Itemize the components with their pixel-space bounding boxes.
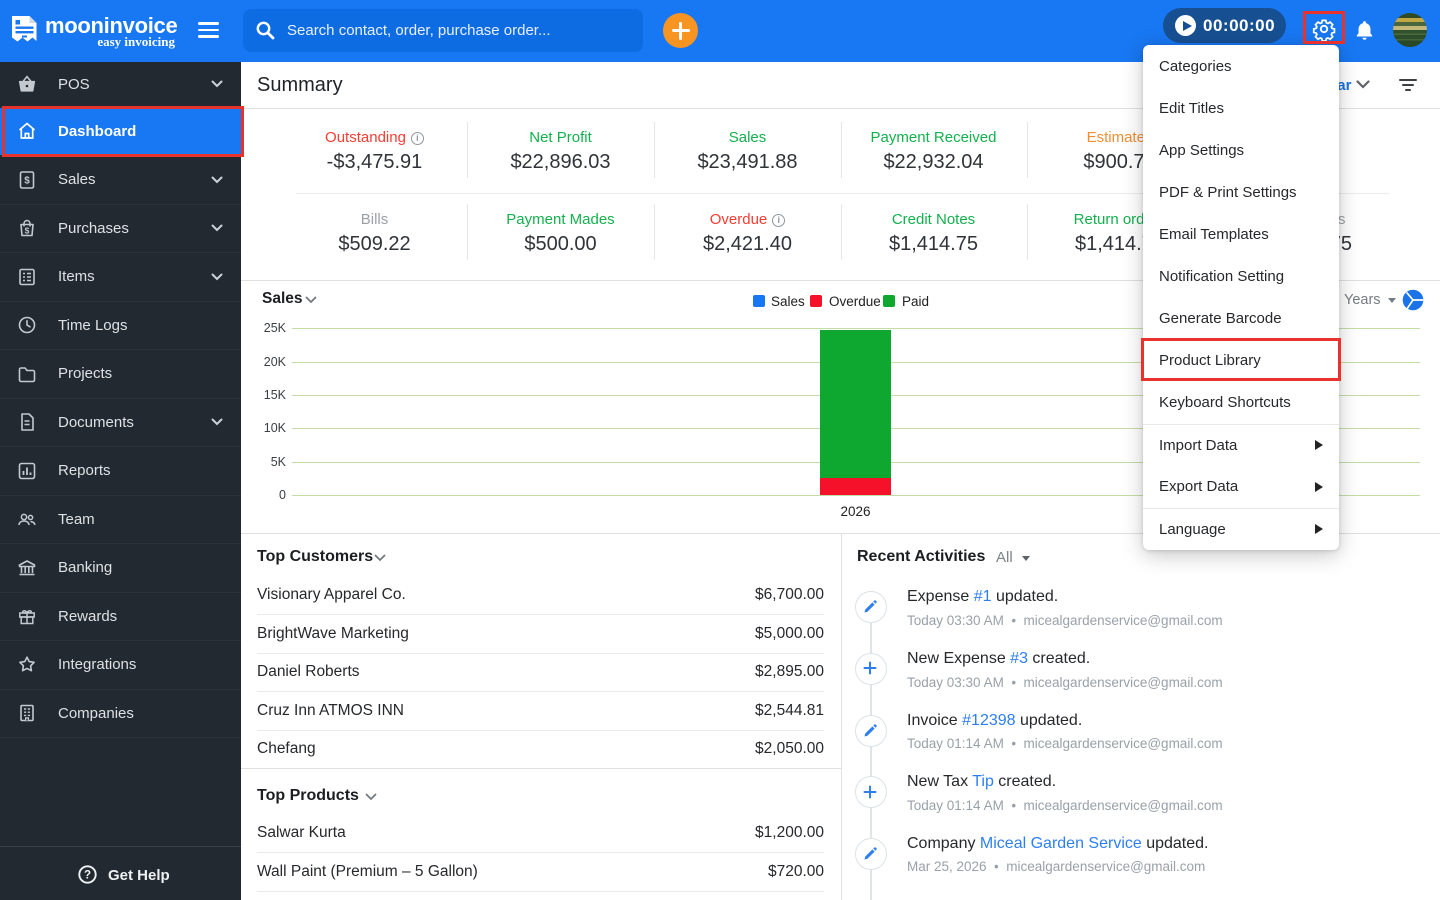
svg-text:$: $ bbox=[24, 175, 30, 186]
svg-text:?: ? bbox=[84, 870, 91, 882]
svg-text:$: $ bbox=[25, 226, 30, 236]
